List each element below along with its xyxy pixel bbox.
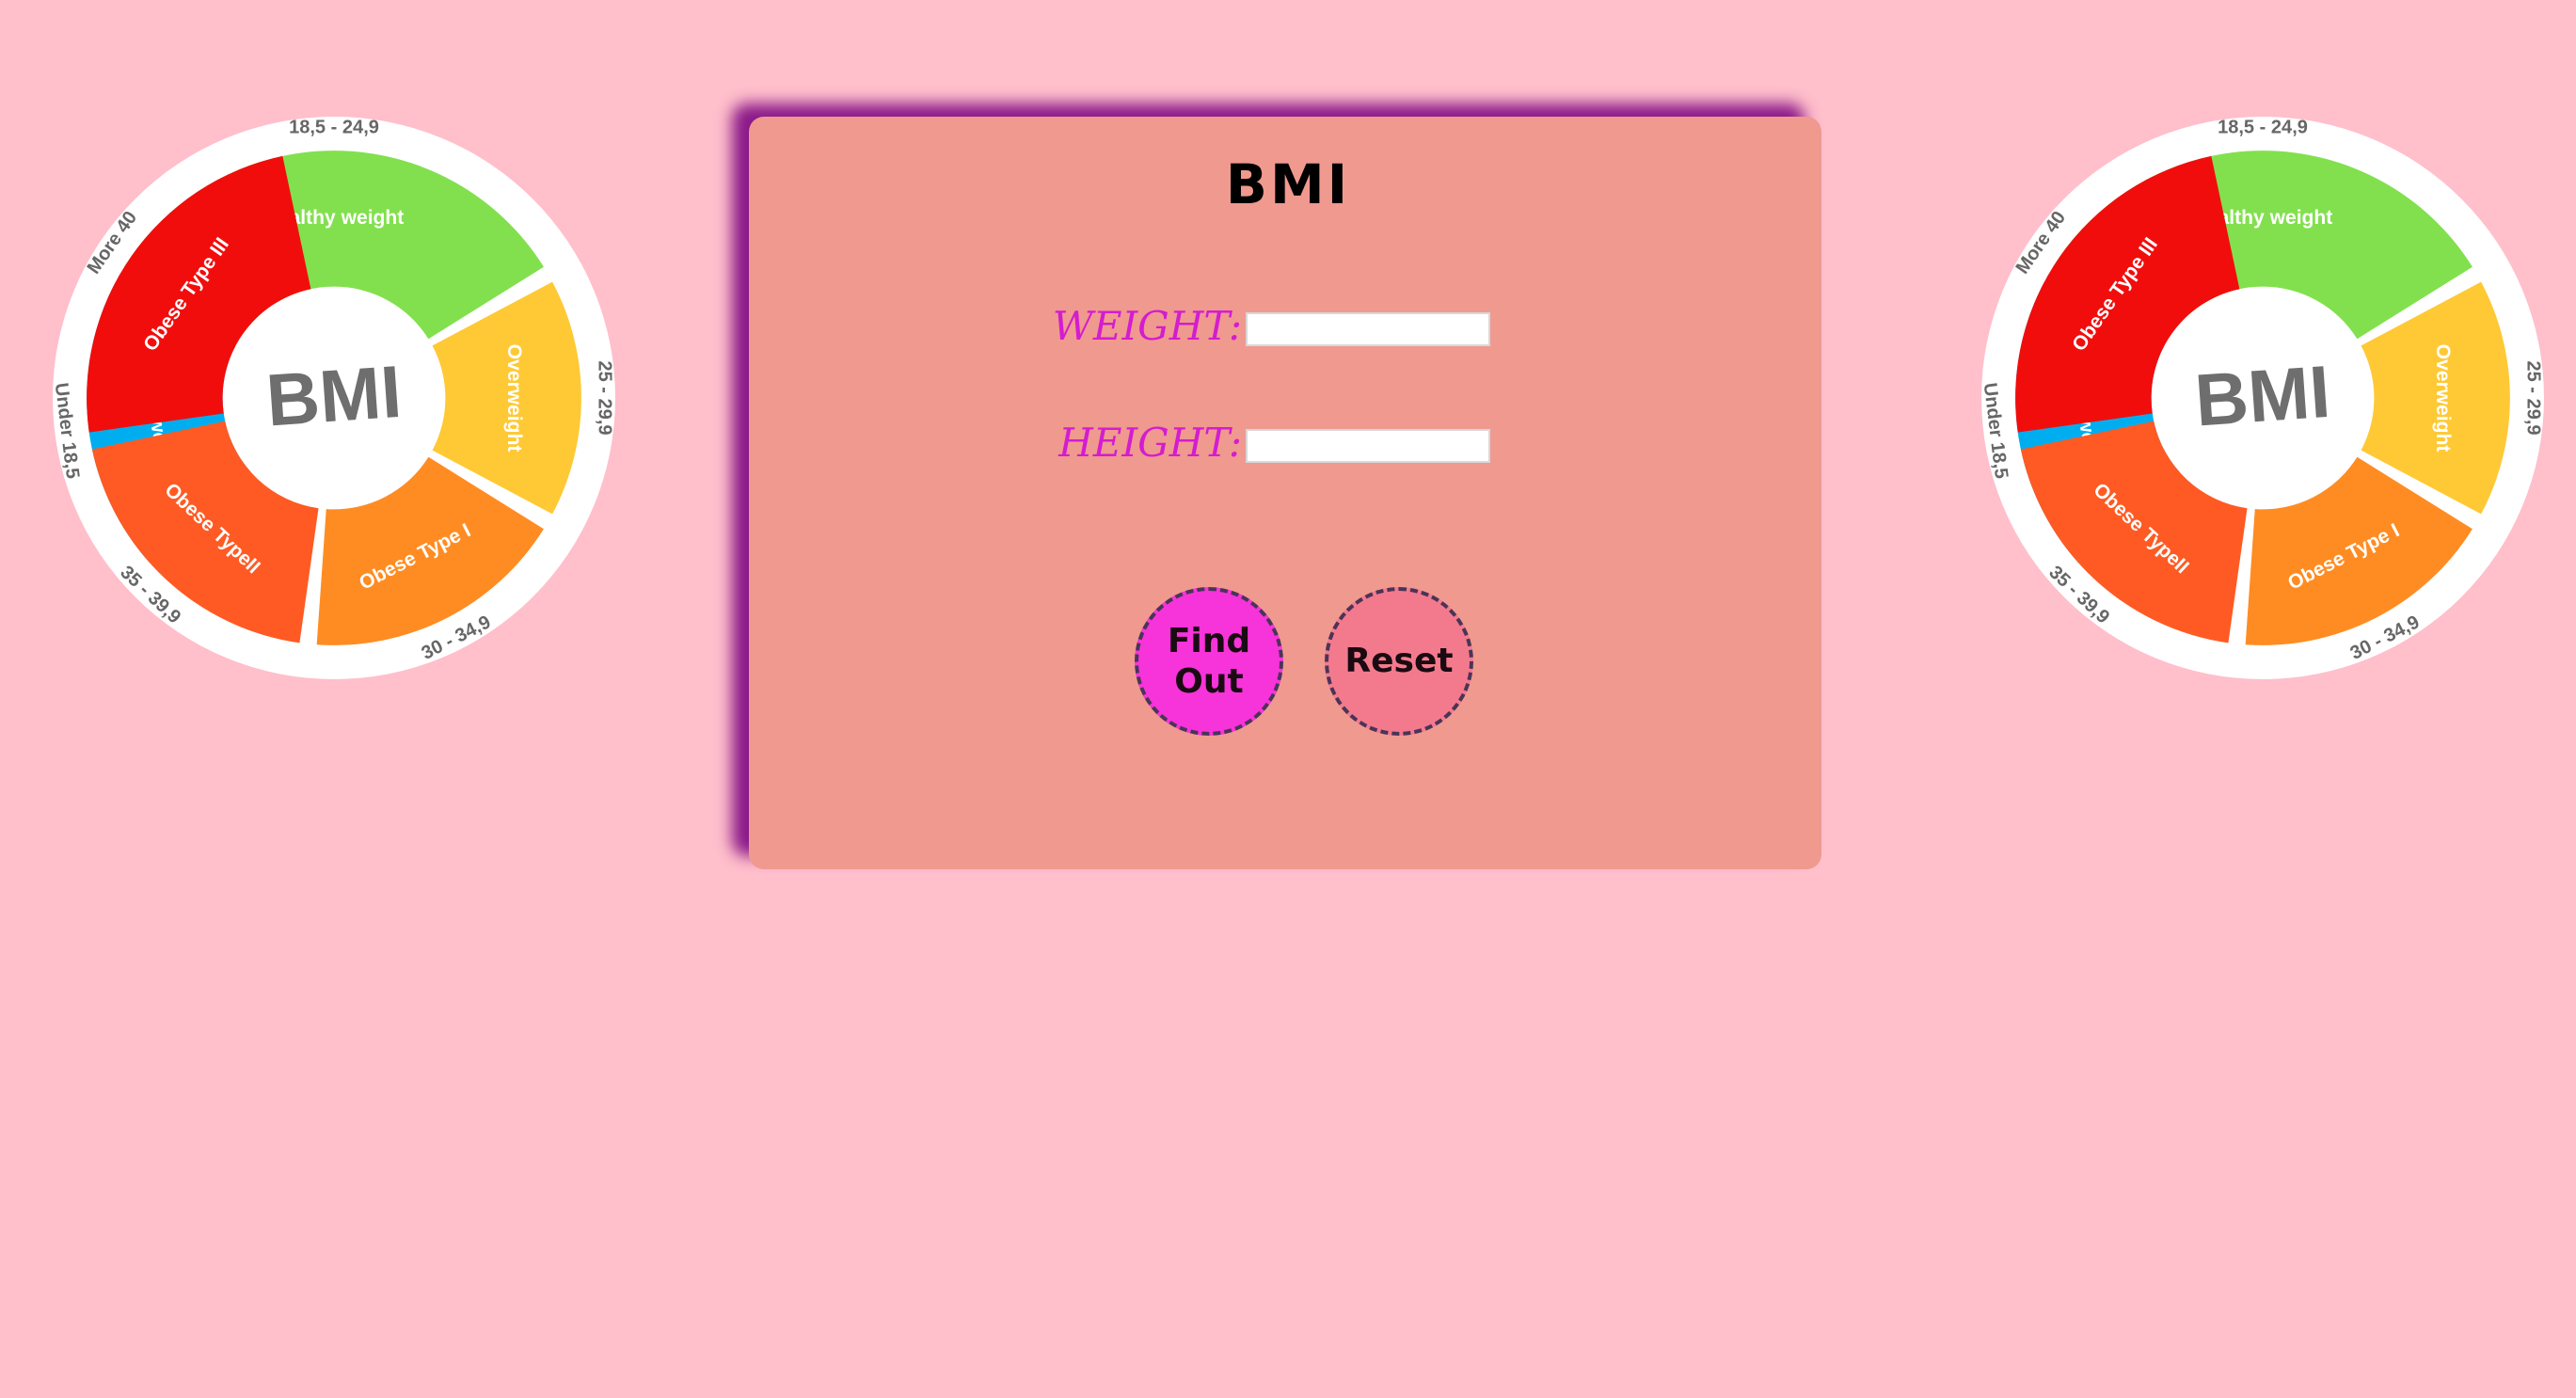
find-out-button[interactable]: Find Out: [1135, 587, 1283, 736]
bmi-calculator-card: [749, 117, 1821, 869]
weight-input[interactable]: [1246, 312, 1490, 346]
wheel-center-label: BMI: [2192, 350, 2332, 442]
wheel-range-label: 25 - 29,9: [2523, 360, 2544, 435]
height-label: HEIGHT:: [1058, 420, 1242, 466]
wheel-range-label: 18,5 - 24,9: [2218, 117, 2308, 137]
wheel-segment-label: Overweight: [2432, 344, 2454, 453]
bmi-chart-image-right: Under 18,5Underweight18,5 - 24,9Healthy …: [1980, 115, 2546, 681]
reset-button[interactable]: Reset: [1325, 587, 1473, 736]
wheel-range-label: 18,5 - 24,9: [289, 117, 379, 137]
weight-label: WEIGHT:: [1052, 303, 1242, 349]
height-input[interactable]: [1246, 429, 1490, 463]
page: Under 18,5Underweight18,5 - 24,9Healthy …: [0, 0, 2576, 1398]
